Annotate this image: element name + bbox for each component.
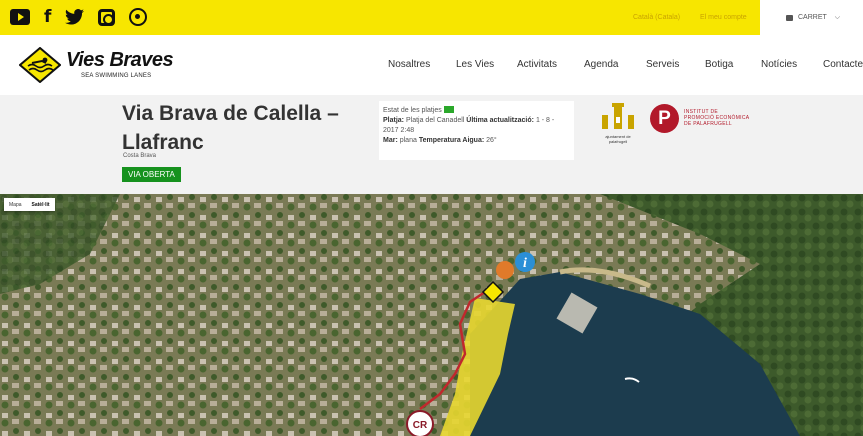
cart-button[interactable]: CARRET ⌵	[760, 0, 863, 35]
menu-item-les-vies[interactable]: Les Vies	[456, 59, 494, 70]
promo-line-3: DE PALAFRUGELL	[684, 121, 733, 127]
sea-value: plana	[399, 137, 417, 144]
menu-item-contacte[interactable]: Contacte	[823, 59, 863, 70]
temperature-label: Temperatura Aigua:	[418, 137, 485, 144]
satellite-map[interactable]: i CR Mapa Satèl·lit	[0, 194, 863, 436]
menu-item-serveis[interactable]: Serveis	[646, 59, 679, 70]
map-type-control: Mapa Satèl·lit	[4, 198, 55, 211]
beach-marker[interactable]	[496, 261, 514, 279]
promo-text: INSTITUT DE PROMOCIÓ ECONÒMICA DE PALAFR…	[684, 109, 749, 127]
chevron-down-icon: ⌵	[834, 13, 841, 21]
beach-status-panel: Estat de les platjes Platja: Platja del …	[379, 101, 574, 160]
update-label: Última actualització:	[466, 117, 534, 124]
sea-label: Mar:	[383, 137, 398, 144]
language-selector[interactable]: Català (Catala)	[633, 14, 680, 21]
main-nav: Vies Braves SEA SWIMMING LANES Nosaltres…	[0, 35, 863, 95]
region-label: Costa Brava	[123, 153, 157, 159]
temperature-value: 26°	[486, 137, 497, 144]
route-header: Via Brava de Calella – Llafranc Costa Br…	[0, 95, 863, 194]
youtube-icon[interactable]	[10, 9, 30, 25]
account-link[interactable]: El meu compte	[700, 14, 747, 21]
map-canvas[interactable]: i CR	[0, 194, 863, 436]
promo-logo: P	[650, 104, 679, 133]
map-type-mapa[interactable]: Mapa	[4, 202, 27, 208]
ajuntament-label: ajuntament de palafrugell	[605, 134, 631, 144]
cart-icon	[786, 14, 793, 21]
beach-value: Platja del Canadell	[405, 117, 465, 124]
top-bar: f Català (Catala) El meu compte CARRET ⌵	[0, 0, 863, 35]
menu-item-agenda[interactable]: Agenda	[584, 59, 618, 70]
menu-item-noticies[interactable]: Notícies	[761, 59, 797, 70]
green-flag-icon	[443, 106, 454, 113]
brand-tagline: SEA SWIMMING LANES	[81, 73, 152, 79]
cart-label: CARRET	[798, 14, 827, 21]
logo-icon[interactable]	[19, 47, 61, 83]
info-marker-label: i	[523, 256, 527, 271]
instagram-icon[interactable]	[98, 8, 116, 26]
cr-marker-label: CR	[413, 420, 428, 431]
social-links: f	[10, 7, 148, 27]
map-type-satellite[interactable]: Satèl·lit	[27, 202, 55, 208]
twitter-icon[interactable]	[65, 9, 85, 25]
menu-item-nosaltres[interactable]: Nosaltres	[388, 59, 430, 70]
status-badge: VIA OBERTA	[122, 167, 181, 182]
facebook-icon[interactable]: f	[44, 7, 51, 27]
brand-name[interactable]: Vies Braves	[66, 49, 174, 72]
menu-item-activitats[interactable]: Activitats	[517, 59, 557, 70]
whatsapp-icon[interactable]	[129, 8, 148, 26]
menu-item-botiga[interactable]: Botiga	[705, 59, 733, 70]
beach-label: Platja:	[383, 117, 405, 124]
page-title: Via Brava de Calella – Llafranc	[122, 102, 339, 154]
beach-status-label: Estat de les platjes	[383, 107, 442, 114]
